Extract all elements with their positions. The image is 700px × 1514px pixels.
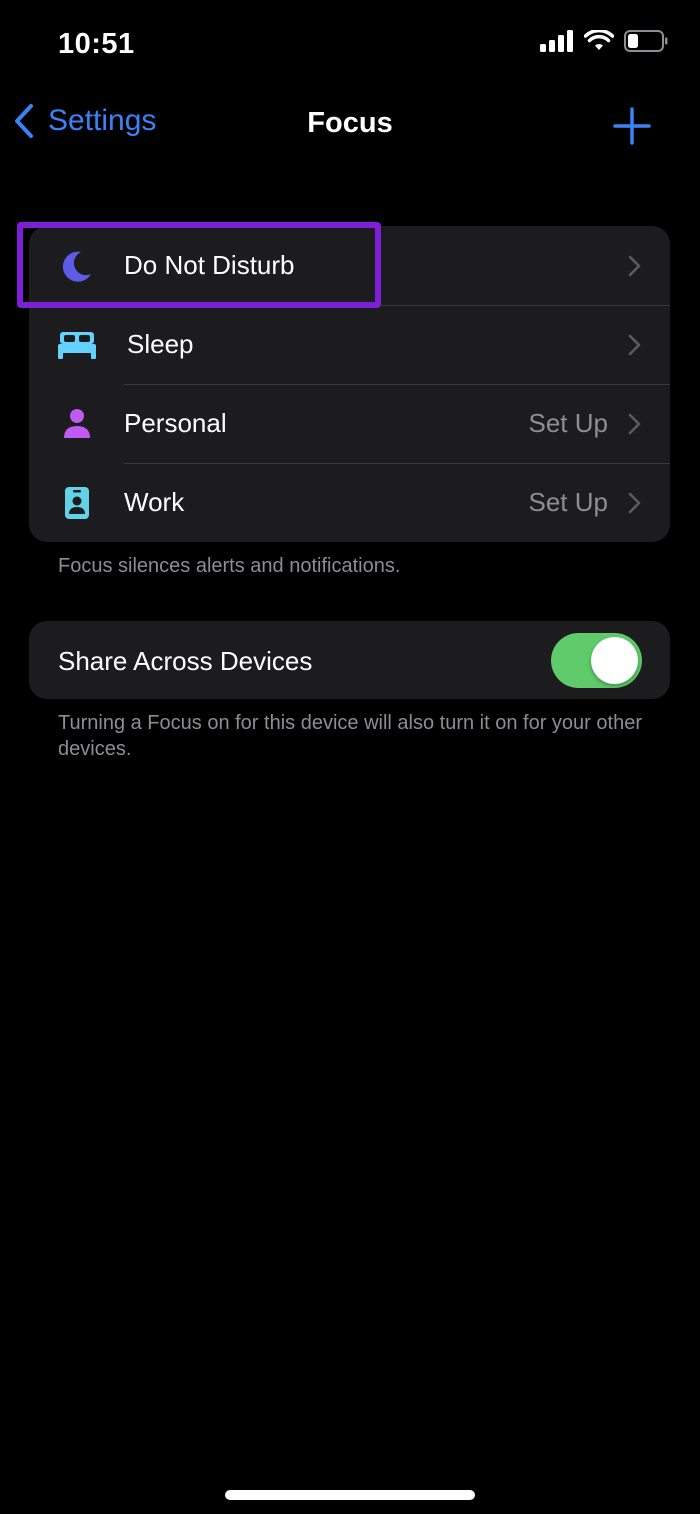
share-label: Share Across Devices [58, 646, 313, 676]
focus-row-work[interactable]: Work Set Up [29, 463, 670, 542]
chevron-right-icon [628, 413, 641, 434]
focus-modes-list: Do Not Disturb Sleep Personal Set Up Wor… [29, 226, 670, 542]
focus-row-label: Work [124, 487, 185, 517]
toggle-knob [591, 637, 638, 684]
bed-icon [57, 325, 97, 365]
chevron-right-icon [628, 255, 641, 276]
id-badge-icon [57, 483, 97, 523]
share-across-devices-toggle[interactable] [551, 633, 642, 688]
focus-row-do-not-disturb[interactable]: Do Not Disturb [29, 226, 670, 305]
battery-icon [624, 30, 668, 52]
focus-footnote: Focus silences alerts and notifications. [58, 555, 401, 577]
cellular-signal-icon [540, 30, 573, 52]
chevron-right-icon [628, 334, 641, 355]
status-icons [540, 30, 668, 52]
focus-row-label: Sleep [127, 329, 194, 359]
focus-row-label: Personal [124, 408, 227, 438]
navigation-bar: Settings Focus [0, 90, 700, 160]
person-icon [57, 404, 97, 444]
focus-row-label: Do Not Disturb [124, 250, 295, 280]
page-title: Focus [307, 107, 393, 139]
moon-icon [57, 246, 97, 286]
status-time: 10:51 [58, 28, 135, 60]
focus-row-sleep[interactable]: Sleep [29, 305, 670, 384]
wifi-icon [584, 30, 614, 50]
focus-row-value: Set Up [528, 487, 609, 517]
plus-icon [613, 107, 651, 145]
home-indicator[interactable] [225, 1490, 475, 1500]
share-across-devices-row: Share Across Devices [29, 621, 670, 699]
add-focus-button[interactable] [612, 106, 652, 146]
focus-row-personal[interactable]: Personal Set Up [29, 384, 670, 463]
status-bar: 10:51 [0, 0, 700, 90]
chevron-right-icon [628, 492, 641, 513]
share-footnote: Turning a Focus on for this device will … [58, 712, 642, 760]
focus-row-value: Set Up [528, 408, 609, 438]
